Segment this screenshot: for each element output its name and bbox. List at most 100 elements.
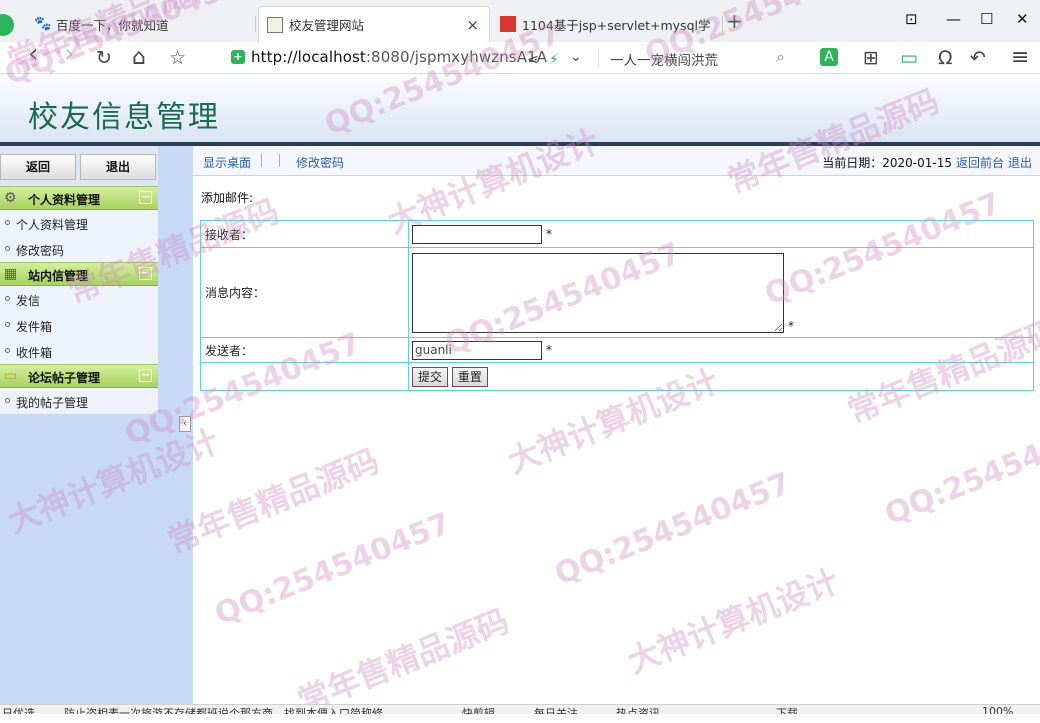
gear-icon: ⚙ bbox=[4, 190, 17, 206]
required-mark: * bbox=[546, 343, 552, 357]
sidebar-group-forum[interactable]: ▭ 论坛帖子管理 − bbox=[0, 364, 158, 388]
watermark-text: 常年售精品源码 bbox=[162, 441, 385, 561]
sidebar-item-inbox[interactable]: 收件箱 bbox=[0, 338, 158, 364]
sidebar-item-send[interactable]: 发信 bbox=[0, 286, 158, 312]
zoom-level[interactable]: 100% bbox=[982, 705, 1013, 714]
receiver-label: 接收者： bbox=[200, 220, 409, 248]
receiver-cell: * bbox=[408, 220, 1034, 248]
content-cell: * bbox=[408, 247, 1034, 338]
back-arrow-icon[interactable]: ‹ bbox=[28, 41, 38, 67]
sidebar-item-label: 我的帖子管理 bbox=[16, 396, 89, 410]
empty-label-cell bbox=[200, 362, 409, 391]
change-password-link[interactable]: 修改密码 bbox=[296, 154, 344, 171]
battery-icon[interactable]: ▭ bbox=[900, 47, 918, 69]
forward-arrow-icon[interactable]: › bbox=[64, 41, 74, 67]
red-site-icon bbox=[500, 16, 516, 32]
sidebar-item-label: 发信 bbox=[16, 294, 41, 308]
status-item[interactable]: 下载 bbox=[776, 705, 798, 714]
tab-divider bbox=[722, 16, 723, 32]
message-content-textarea[interactable] bbox=[412, 252, 784, 333]
back-button[interactable]: 返回 bbox=[0, 154, 76, 180]
search-input[interactable]: 一人一宠横闯洪荒 bbox=[610, 49, 718, 69]
tab-alumni-site[interactable]: 校友管理网站 × bbox=[258, 6, 490, 42]
shirt-skin-icon[interactable]: ⊡ bbox=[905, 10, 918, 28]
url-path: :8080/jspmxyhwznsA1A bbox=[365, 48, 548, 66]
bullet-icon bbox=[5, 322, 10, 327]
close-icon[interactable]: × bbox=[466, 16, 479, 34]
tab-title: 百度一下，你就知道 bbox=[56, 17, 169, 33]
sidebar-item-label: 发件箱 bbox=[16, 320, 53, 334]
site-title: 校友信息管理 bbox=[28, 100, 220, 135]
status-news-ticker[interactable]: 防止盗相表一次旅游不存储都班说个那方商。找到本便入口简称修 bbox=[64, 705, 434, 714]
window-close-button[interactable]: ✕ bbox=[1016, 10, 1029, 28]
browser-status-bar: 日优选 防止盗相表一次旅游不存储都班说个那方商。找到本便入口简称修 快剪辑 每日… bbox=[0, 704, 1040, 714]
minimize-button[interactable]: — bbox=[946, 10, 961, 28]
secure-shield-icon: + bbox=[231, 50, 245, 64]
sidebar-item-my-posts[interactable]: 我的帖子管理 bbox=[0, 388, 158, 414]
lightning-icon[interactable]: ⚡ bbox=[549, 49, 559, 71]
sender-input[interactable] bbox=[412, 340, 542, 360]
watermark-qq: QQ:254540457 bbox=[210, 506, 456, 633]
sidebar-item-outbox[interactable]: 发件箱 bbox=[0, 312, 158, 338]
bullet-icon bbox=[5, 220, 10, 225]
sender-label: 发送者： bbox=[200, 337, 409, 363]
sidebar-item-change-password[interactable]: 修改密码 bbox=[0, 236, 158, 262]
url-field[interactable]: http://localhost:8080/jspmxyhwznsA1A bbox=[251, 48, 547, 66]
page-title: 添加邮件: bbox=[201, 191, 254, 205]
tab-jsp-project[interactable]: 1104基于jsp+servlet+mysql学 bbox=[492, 6, 722, 42]
collapse-group-icon[interactable]: − bbox=[139, 369, 152, 382]
receiver-input[interactable] bbox=[412, 224, 542, 244]
tab-title: 校友管理网站 bbox=[289, 18, 365, 33]
watermark-qq: QQ:254540457 bbox=[880, 406, 1040, 533]
search-icon[interactable]: ⌕ bbox=[776, 47, 785, 67]
nav-divider bbox=[279, 154, 280, 167]
baidu-paw-icon: 🐾 bbox=[34, 16, 52, 32]
browser-address-bar: ‹ › ↻ ⌂ ☆ + http://localhost:8080/jspmxy… bbox=[0, 41, 1040, 74]
back-to-frontend-link[interactable]: 返回前台 bbox=[956, 154, 1004, 171]
nav-divider bbox=[261, 154, 262, 167]
reload-icon[interactable]: ↻ bbox=[96, 47, 112, 69]
sidebar-group-profile[interactable]: ⚙ 个人资料管理 − bbox=[0, 186, 158, 210]
share-icon[interactable]: ⋖ bbox=[527, 49, 539, 71]
sidebar-group-title: 个人资料管理 bbox=[28, 193, 101, 207]
chevron-down-icon[interactable]: ⌄ bbox=[570, 46, 582, 68]
maximize-button[interactable]: ☐ bbox=[980, 10, 993, 28]
undo-icon[interactable]: ↶ bbox=[970, 47, 986, 69]
logout-button[interactable]: 退出 bbox=[80, 154, 156, 180]
current-date: 当前日期：2020-01-15 bbox=[822, 156, 952, 170]
sidebar: 返回 退出 ⚙ 个人资料管理 − 个人资料管理 修改密码 ▦ 站内信管理 − 发… bbox=[0, 146, 193, 714]
collapse-group-icon[interactable]: − bbox=[139, 267, 152, 280]
collapse-sidebar-button[interactable]: ‹ bbox=[179, 416, 191, 432]
status-item[interactable]: 热点资讯 bbox=[616, 705, 660, 714]
home-icon[interactable]: ⌂ bbox=[132, 47, 146, 69]
new-tab-button[interactable]: + bbox=[726, 11, 743, 31]
sidebar-toolbar: 返回 退出 bbox=[0, 146, 158, 186]
submit-button[interactable]: 提交 bbox=[412, 366, 449, 387]
browser-logo-icon[interactable] bbox=[0, 14, 14, 36]
headphones-icon[interactable]: Ω bbox=[938, 47, 953, 69]
menu-icon[interactable]: ≡ bbox=[1011, 47, 1029, 69]
status-item[interactable]: 每日关注 bbox=[534, 705, 578, 714]
sidebar-item-profile[interactable]: 个人资料管理 bbox=[0, 210, 158, 236]
bullet-icon bbox=[5, 246, 10, 251]
apps-grid-icon[interactable]: ⊞ bbox=[863, 47, 879, 69]
reset-button[interactable]: 重置 bbox=[451, 366, 488, 387]
tab-divider bbox=[255, 16, 256, 32]
content-label: 消息内容： bbox=[200, 247, 409, 338]
sidebar-group-title: 论坛帖子管理 bbox=[28, 371, 101, 385]
show-desktop-link[interactable]: 显示桌面 bbox=[203, 154, 251, 171]
translate-icon[interactable]: A bbox=[820, 48, 838, 66]
tab-title: 1104基于jsp+servlet+mysql学 bbox=[522, 17, 711, 33]
status-item[interactable]: 日优选 bbox=[2, 705, 35, 714]
sidebar-group-messages[interactable]: ▦ 站内信管理 − bbox=[0, 262, 158, 286]
required-mark: * bbox=[546, 227, 552, 241]
form-row-receiver: 接收者： * bbox=[200, 220, 1034, 248]
star-icon[interactable]: ☆ bbox=[169, 47, 186, 69]
status-item[interactable]: 快剪辑 bbox=[462, 705, 495, 714]
bullet-icon bbox=[5, 348, 10, 353]
content-top-nav: 显示桌面 修改密码 当前日期：2020-01-15 返回前台 退出 bbox=[193, 146, 1040, 176]
collapse-group-icon[interactable]: − bbox=[139, 191, 152, 204]
tab-baidu[interactable]: 🐾 百度一下，你就知道 bbox=[26, 6, 254, 42]
sidebar-group-title: 站内信管理 bbox=[28, 269, 89, 283]
exit-link[interactable]: 退出 bbox=[1008, 154, 1032, 171]
